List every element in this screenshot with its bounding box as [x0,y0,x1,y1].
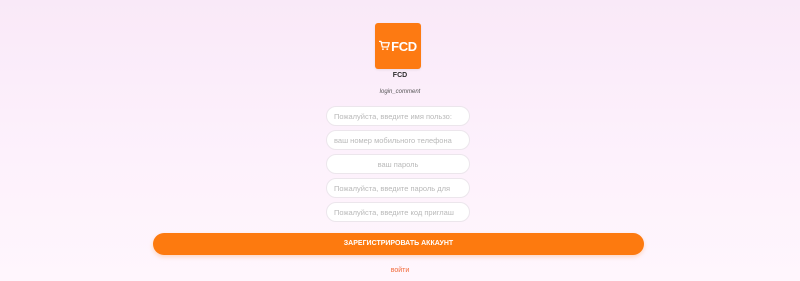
logo-text: FCD [391,38,417,54]
register-button[interactable]: ЗАРЕГИСТРИРОВАТЬ АККАУНТ [153,233,644,255]
register-page: FCD FCD login_comment ЗАРЕГИСТРИРОВАТЬ А… [0,0,800,281]
app-name: FCD [392,72,408,79]
login-link[interactable]: войти [0,267,800,274]
confirm-password-input[interactable] [326,178,470,198]
cart-icon [378,39,391,54]
username-input[interactable] [326,106,470,126]
invite-code-input[interactable] [326,202,470,222]
logo-content: FCD [378,38,417,54]
login-comment: login_comment [379,89,421,95]
password-input[interactable] [326,154,470,174]
phone-input[interactable] [326,130,470,150]
app-logo: FCD [375,23,421,69]
